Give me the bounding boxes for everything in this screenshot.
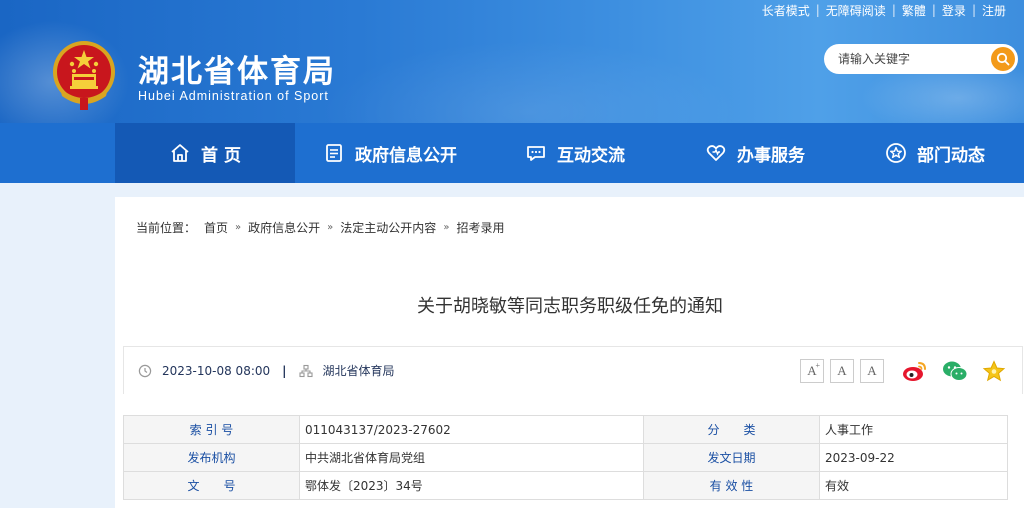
table-row: 发布机构 中共湖北省体育局党组 发文日期 2023-09-22 [123,443,1008,472]
home-icon [171,144,189,162]
nav-label: 办事服务 [737,145,805,166]
elder-mode-link[interactable]: 长者模式 [758,2,814,19]
index-number-value: 011043137/2023-27602 [299,415,644,444]
divider: | [815,3,820,17]
weibo-icon [903,362,926,381]
heart-icon [706,145,726,161]
breadcrumb-statutory[interactable]: 法定主动公开内容 [340,219,436,236]
nav-label: 首 页 [201,145,241,166]
document-number-label: 文 号 [123,471,300,500]
star-icon [886,143,906,163]
table-row: 索 引 号 011043137/2023-27602 分 类 人事工作 [123,415,1008,444]
breadcrumb-gov-info[interactable]: 政府信息公开 [248,219,320,236]
index-number-label: 索 引 号 [123,415,300,444]
site-header: 长者模式 | 无障碍阅读 | 繁體 | 登录 | 注册 湖北省体育局 Hubei… [0,0,1024,123]
traditional-chinese-link[interactable]: 繁體 [898,2,930,19]
breadcrumb-prefix: 当前位置： [136,221,197,235]
weibo-share-button[interactable] [902,360,928,382]
issue-date-label: 发文日期 [643,443,820,472]
chevron-right-icon: » [235,222,242,233]
document-icon [326,144,342,162]
nav-item-home[interactable]: 首 页 [115,123,295,183]
breadcrumb: 当前位置： 首页 » 政府信息公开 » 法定主动公开内容 » 招考录用 [136,219,504,236]
validity-label: 有 效 性 [643,471,820,500]
category-value: 人事工作 [819,415,1008,444]
wechat-share-button[interactable] [942,360,968,382]
chevron-right-icon: » [443,222,450,233]
divider: | [282,363,287,378]
nav-label: 部门动态 [917,145,985,166]
font-button-label: A [837,363,847,378]
favorite-button[interactable] [982,360,1006,382]
chevron-right-icon: » [327,222,334,233]
divider: | [931,3,936,17]
divider: | [891,3,896,17]
nav-item-services[interactable]: 办事服务 [665,123,845,183]
nav-label: 互动交流 [557,145,625,166]
publish-datetime: 2023-10-08 08:00 [162,363,271,378]
issue-date-value: 2023-09-22 [819,443,1008,472]
nav-item-news[interactable]: 部门动态 [845,123,1024,183]
font-reset-button[interactable]: A [830,359,854,383]
organization-icon [298,364,313,377]
font-button-label: A [867,363,877,378]
search-icon [996,52,1010,66]
article-meta-bar: 2023-10-08 08:00 | 湖北省体育局 A + A A [123,346,1023,394]
publisher-label: 发布机构 [123,443,300,472]
site-title[interactable]: 湖北省体育局 [138,46,336,91]
clock-icon [138,364,152,377]
search-input[interactable] [838,50,988,68]
header-decoration [320,40,740,123]
category-label: 分 类 [643,415,820,444]
nav-item-gov-info[interactable]: 政府信息公开 [295,123,485,183]
accessibility-link[interactable]: 无障碍阅读 [822,2,890,19]
search-button[interactable] [991,47,1015,71]
document-info-table: 索 引 号 011043137/2023-27602 分 类 人事工作 发布机构… [123,415,1008,500]
font-decrease-button[interactable]: A [860,359,884,383]
nav-label: 政府信息公开 [355,145,457,166]
article-title: 关于胡晓敏等同志职务职级任免的通知 [417,296,723,317]
wechat-icon [943,361,968,381]
content-panel: 当前位置： 首页 » 政府信息公开 » 法定主动公开内容 » 招考录用 关于胡晓… [115,197,1024,508]
site-subtitle: Hubei Administration of Sport [138,89,329,103]
article-source: 湖北省体育局 [322,364,395,378]
font-increase-button[interactable]: A + [800,359,824,383]
login-link[interactable]: 登录 [938,2,970,19]
divider: | [971,3,976,17]
breadcrumb-recruitment[interactable]: 招考录用 [456,219,504,236]
register-link[interactable]: 注册 [978,2,1010,19]
table-row: 文 号 鄂体发〔2023〕34号 有 效 性 有效 [123,471,1008,500]
nav-item-interaction[interactable]: 互动交流 [485,123,665,183]
main-nav: 首 页 政府信息公开 互动交流 办事服务 部门动态 [0,123,1024,183]
chat-icon [527,146,545,161]
document-number-value: 鄂体发〔2023〕34号 [299,471,644,500]
star-favorite-icon [982,360,1006,382]
breadcrumb-home[interactable]: 首页 [204,219,228,236]
publisher-value: 中共湖北省体育局党组 [299,443,644,472]
validity-value: 有效 [819,471,1008,500]
top-links: 长者模式 | 无障碍阅读 | 繁體 | 登录 | 注册 [758,2,1010,18]
national-emblem-icon[interactable] [50,38,118,112]
search-box [824,44,1018,74]
